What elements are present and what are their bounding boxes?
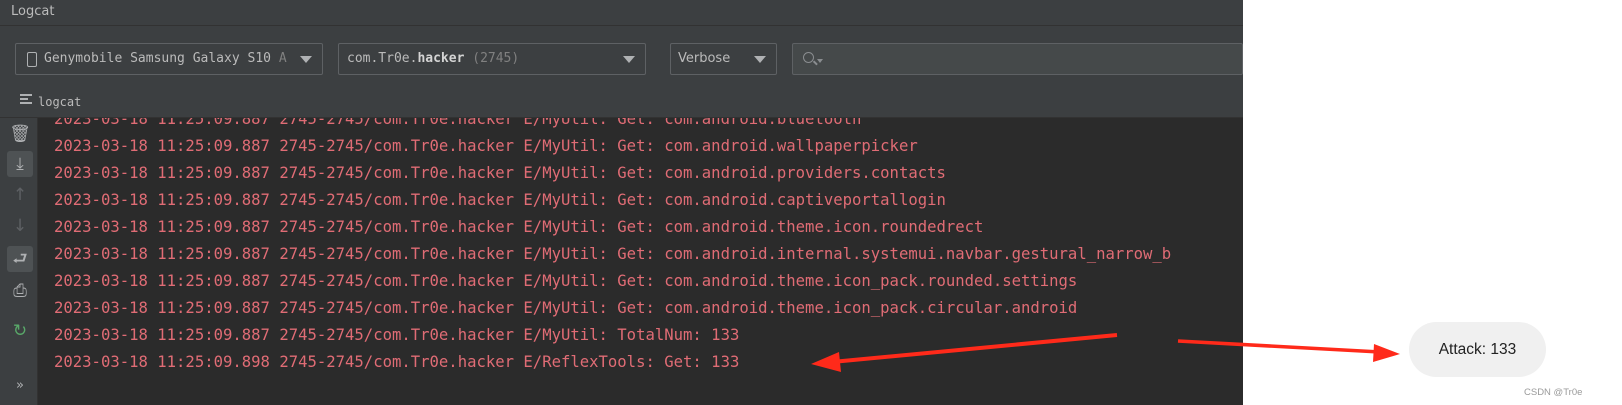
logcat-tab-icon bbox=[20, 94, 32, 105]
down-arrow-icon[interactable]: ↓ bbox=[7, 213, 33, 239]
filter-bar: Genymobile Samsung Galaxy S10 A com.Tr0e… bbox=[0, 26, 1243, 90]
log-line: 2023-03-18 11:25:09.887 2745-2745/com.Tr… bbox=[54, 326, 740, 344]
process-name-bold: hacker bbox=[417, 51, 465, 66]
more-icon[interactable]: » bbox=[7, 372, 33, 398]
log-line: 2023-03-18 11:25:09.887 2745-2745/com.Tr… bbox=[54, 118, 862, 128]
restart-icon[interactable]: ↻ bbox=[7, 318, 33, 344]
log-line: 2023-03-18 11:25:09.898 2745-2745/com.Tr… bbox=[54, 353, 740, 371]
log-line: 2023-03-18 11:25:09.887 2745-2745/com.Tr… bbox=[54, 164, 946, 182]
log-line: 2023-03-18 11:25:09.887 2745-2745/com.Tr… bbox=[54, 191, 946, 209]
phone-icon bbox=[27, 52, 37, 67]
process-pid: (2745) bbox=[472, 51, 520, 66]
watermark: CSDN @Tr0e bbox=[1524, 387, 1583, 398]
process-selector[interactable]: com.Tr0e.hacker (2745) bbox=[338, 43, 646, 75]
logcat-toolbar: 🗑︎ ⤓ ↑ ↓ ⮐ ⎙ ↻ » bbox=[0, 118, 38, 405]
log-line: 2023-03-18 11:25:09.887 2745-2745/com.Tr… bbox=[54, 272, 1078, 290]
tab-bar: logcat bbox=[0, 90, 1243, 118]
soft-wrap-icon[interactable]: ⮐ bbox=[7, 246, 33, 272]
scroll-to-end-icon[interactable]: ⤓ bbox=[7, 151, 33, 177]
process-name-prefix: com.Tr0e. bbox=[347, 51, 418, 66]
search-input[interactable] bbox=[827, 48, 1227, 70]
tab-logcat[interactable]: logcat bbox=[38, 95, 81, 109]
chevron-down-icon bbox=[300, 56, 312, 63]
search-icon bbox=[803, 52, 814, 63]
device-selector[interactable]: Genymobile Samsung Galaxy S10 A bbox=[15, 43, 323, 75]
device-name: Genymobile Samsung Galaxy S10 bbox=[44, 51, 271, 66]
search-field[interactable] bbox=[792, 43, 1243, 75]
print-icon[interactable]: ⎙ bbox=[7, 278, 33, 304]
log-line: 2023-03-18 11:25:09.887 2745-2745/com.Tr… bbox=[54, 299, 1078, 317]
search-history-dropdown-icon[interactable] bbox=[817, 59, 823, 63]
log-line: 2023-03-18 11:25:09.887 2745-2745/com.Tr… bbox=[54, 137, 918, 155]
up-arrow-icon[interactable]: ↑ bbox=[7, 182, 33, 208]
log-level-selector[interactable]: Verbose bbox=[670, 43, 777, 75]
window-title: Logcat bbox=[11, 4, 55, 19]
log-line: 2023-03-18 11:25:09.887 2745-2745/com.Tr… bbox=[54, 218, 984, 236]
logcat-window: Logcat Genymobile Samsung Galaxy S10 A c… bbox=[0, 0, 1243, 405]
trash-icon[interactable]: 🗑︎ bbox=[7, 121, 33, 147]
log-line: 2023-03-18 11:25:09.887 2745-2745/com.Tr… bbox=[54, 245, 1172, 263]
log-output[interactable]: 2023-03-18 11:25:09.887 2745-2745/com.Tr… bbox=[38, 118, 1243, 405]
log-level-value: Verbose bbox=[678, 51, 731, 66]
toast-message: Attack: 133 bbox=[1409, 322, 1546, 377]
device-name-suffix: A bbox=[278, 51, 287, 66]
chevron-down-icon bbox=[623, 56, 635, 63]
title-bar: Logcat bbox=[0, 0, 1243, 26]
chevron-down-icon bbox=[754, 56, 766, 63]
